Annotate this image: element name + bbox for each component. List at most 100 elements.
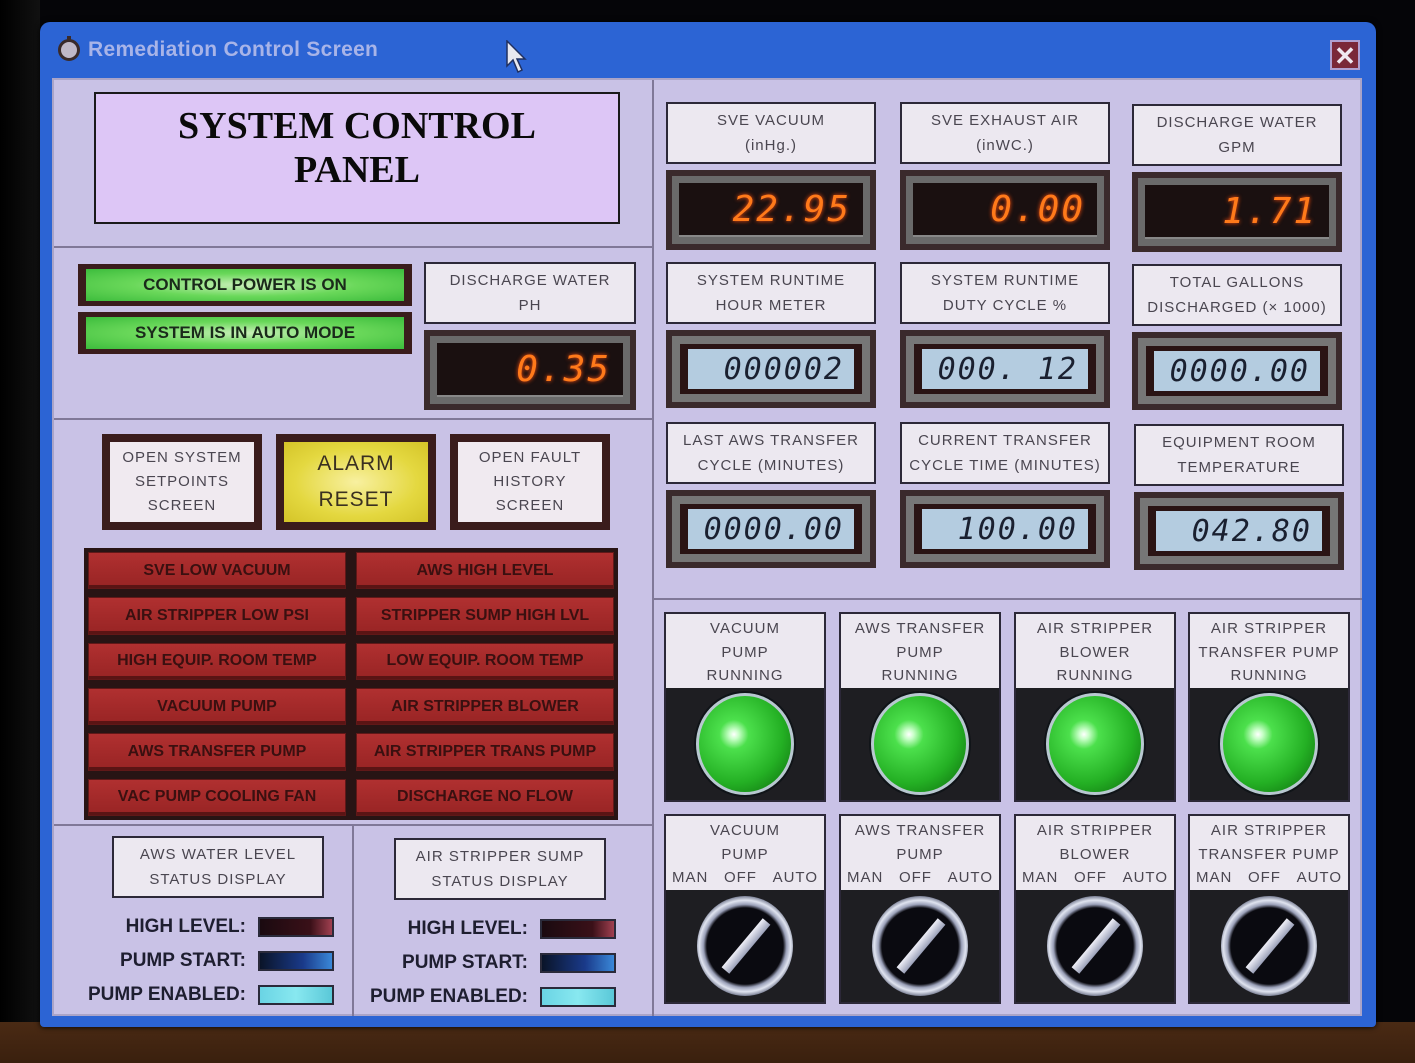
cap-line: PUMP (896, 643, 944, 661)
label-line: PH (518, 297, 542, 314)
total-gallons-label: TOTAL GALLONS DISCHARGED (× 1000) (1132, 264, 1342, 326)
divider-status (352, 826, 354, 1016)
button-line: SCREEN (147, 497, 217, 514)
alarm-reset-button[interactable]: ALARM RESET (276, 434, 436, 530)
equipment-room-temp-label: EQUIPMENT ROOM TEMPERATURE (1134, 424, 1344, 486)
open-fault-history-button[interactable]: OPEN FAULT HISTORY SCREEN (450, 434, 610, 530)
alarm-low-equip-room-temp[interactable]: LOW EQUIP. ROOM TEMP (356, 642, 614, 680)
alarm-high-equip-room-temp[interactable]: HIGH EQUIP. ROOM TEMP (88, 642, 346, 680)
page-title-line1: SYSTEM CONTROL (178, 105, 536, 147)
selector-knob-icon[interactable] (1047, 896, 1143, 996)
alarm-stripper-sump-high-lvl[interactable]: STRIPPER SUMP HIGH LVL (356, 597, 614, 635)
alarm-air-stripper-low-psi[interactable]: AIR STRIPPER LOW PSI (88, 597, 346, 635)
label-line: SVE EXHAUST AIR (930, 112, 1080, 129)
alarm-aws-high-level[interactable]: AWS HIGH LEVEL (356, 552, 614, 590)
alarm-air-stripper-trans-pump[interactable]: AIR STRIPPER TRANS PUMP (356, 733, 614, 771)
label-line: DUTY CYCLE % (942, 297, 1068, 314)
cap-line: RUNNING (1230, 667, 1308, 684)
alarm-air-stripper-blower[interactable]: AIR STRIPPER BLOWER (356, 687, 614, 726)
mode-auto: AUTO (947, 869, 993, 886)
discharge-gpm-value: 1.71 (1145, 185, 1329, 239)
label-line: HOUR METER (715, 297, 827, 314)
alarm-vac-pump-cooling-fan[interactable]: VAC PUMP COOLING FAN (88, 778, 346, 816)
button-line: ALARM (317, 452, 395, 475)
current-transfer-label: CURRENT TRANSFER CYCLE TIME (MINUTES) (900, 422, 1110, 484)
green-pilot-light-icon (1220, 693, 1318, 795)
duty-cycle-readout: 000. 12 (900, 330, 1110, 408)
page-title: SYSTEM CONTROL PANEL (94, 92, 620, 224)
pump-start-indicator (540, 953, 616, 973)
label-line: SYSTEM RUNTIME (696, 272, 846, 289)
cap-line: RUNNING (706, 667, 784, 684)
button-line: OPEN SYSTEM (122, 449, 242, 466)
status-label: PUMP START: (120, 950, 246, 971)
mode-off: OFF (1247, 869, 1281, 886)
alarm-vacuum-pump[interactable]: VACUUM PUMP (88, 687, 346, 726)
cap-line: TRANSFER PUMP (1198, 643, 1340, 661)
control-power-lamp: CONTROL POWER IS ON (78, 264, 412, 306)
cap-line: BLOWER (1059, 845, 1131, 863)
current-transfer-value: 100.00 (922, 509, 1088, 549)
label-line: TOTAL GALLONS (1169, 274, 1305, 291)
pump-enabled-indicator (540, 987, 616, 1007)
label-line: DISCHARGE WATER (449, 272, 611, 289)
label-line: DISCHARGED (× 1000) (1147, 299, 1327, 316)
duty-cycle-label: SYSTEM RUNTIME DUTY CYCLE % (900, 262, 1110, 324)
discharge-gpm-readout: 1.71 (1132, 172, 1342, 252)
green-pilot-light-icon (1046, 693, 1144, 795)
label-line: SYSTEM RUNTIME (930, 272, 1080, 289)
label-line: GPM (1218, 139, 1256, 156)
mode-man: MAN (847, 869, 884, 886)
mode-man: MAN (672, 869, 709, 886)
cap-line: AWS TRANSFER (854, 620, 986, 637)
mode-auto: AUTO (1122, 869, 1168, 886)
button-line: HISTORY (493, 473, 567, 490)
label-line: CYCLE TIME (MINUTES) (909, 457, 1101, 474)
divider-meters (654, 598, 1362, 600)
button-line: OPEN FAULT (478, 449, 582, 466)
runtime-hour-label: SYSTEM RUNTIME HOUR METER (666, 262, 876, 324)
mode-man: MAN (1196, 869, 1233, 886)
open-setpoints-button[interactable]: OPEN SYSTEM SETPOINTS SCREEN (102, 434, 262, 530)
label-line: (inHg.) (744, 137, 797, 154)
air-stripper-transfer-pump-selector: AIR STRIPPER TRANSFER PUMP MAN OFF AUTO (1188, 814, 1350, 1004)
selector-knob-icon[interactable] (697, 896, 793, 996)
selector-knob-icon[interactable] (1221, 896, 1317, 996)
close-button[interactable]: ✕ (1330, 40, 1360, 70)
alarm-discharge-no-flow[interactable]: DISCHARGE NO FLOW (356, 778, 614, 816)
cap-line: PUMP (721, 643, 769, 661)
runtime-hour-value: 000002 (688, 349, 854, 389)
current-transfer-readout: 100.00 (900, 490, 1110, 568)
sve-vacuum-readout: 22.95 (666, 170, 876, 250)
label-line: TEMPERATURE (1177, 459, 1301, 476)
divider-header (54, 246, 652, 248)
title-bar[interactable]: Remediation Control Screen ✕ (50, 28, 1366, 72)
sve-exhaust-air-readout: 0.00 (900, 170, 1110, 250)
cap-line: AIR STRIPPER (1210, 822, 1328, 839)
cap-line: VACUUM (710, 620, 780, 637)
status-label: HIGH LEVEL: (407, 918, 528, 939)
lamp-label: SYSTEM IS IN AUTO MODE (86, 317, 404, 349)
label-line: STATUS DISPLAY (149, 871, 287, 888)
label-line: EQUIPMENT ROOM (1162, 434, 1316, 451)
last-aws-transfer-value: 0000.00 (688, 509, 854, 549)
page-title-line2: PANEL (294, 149, 420, 191)
cap-line: AIR STRIPPER (1036, 822, 1154, 839)
label-line: STATUS DISPLAY (431, 873, 569, 890)
lamp-label: CONTROL POWER IS ON (86, 269, 404, 301)
cap-line: AIR STRIPPER (1036, 620, 1154, 637)
cap-line: RUNNING (1056, 667, 1134, 684)
monitor-bezel (0, 0, 40, 1063)
aws-transfer-pump-running-light: AWS TRANSFER PUMP RUNNING (839, 612, 1001, 802)
status-row-pump-enabled: PUMP ENABLED: (88, 984, 334, 1006)
equipment-room-temp-readout: 042.80 (1134, 492, 1344, 570)
aws-transfer-pump-selector: AWS TRANSFER PUMP MAN OFF AUTO (839, 814, 1001, 1004)
total-gallons-value: 0000.00 (1154, 351, 1320, 391)
status-row-pump-start: PUMP START: (120, 950, 334, 972)
selector-knob-icon[interactable] (872, 896, 968, 996)
mode-off: OFF (1073, 869, 1107, 886)
air-stripper-blower-selector: AIR STRIPPER BLOWER MAN OFF AUTO (1014, 814, 1176, 1004)
ph-meter-label: DISCHARGE WATER PH (424, 262, 636, 324)
alarm-aws-transfer-pump[interactable]: AWS TRANSFER PUMP (88, 733, 346, 771)
alarm-sve-low-vacuum[interactable]: SVE LOW VACUUM (88, 552, 346, 590)
